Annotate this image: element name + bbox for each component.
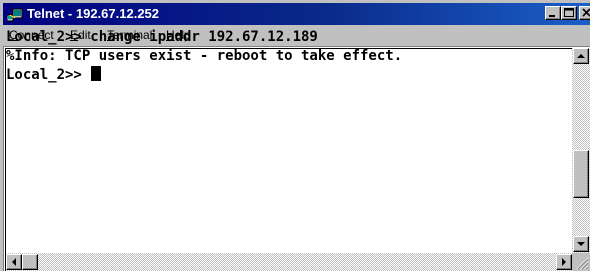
window-title: Telnet - 192.67.12.252 [27,6,160,21]
horizontal-scroll-thumb[interactable] [22,254,38,270]
terminal-line: Local_2>> change ipaddr 192.67.12.189 [6,29,318,45]
resize-grip-icon [576,257,589,270]
terminal-prompt: Local_2>> [6,67,91,83]
triangle-up-icon [577,54,585,58]
telnet-window: Telnet - 192.67.12.252 Connect Edit Term… [0,0,590,271]
close-icon [582,8,590,17]
close-button[interactable] [579,6,590,20]
terminal-screen[interactable]: Local_2>> change ipaddr 192.67.12.189 %In… [6,28,573,193]
telnet-app-icon [7,8,23,22]
vertical-scroll-thumb[interactable] [573,150,589,198]
scroll-right-button[interactable] [556,254,572,270]
scroll-up-button[interactable] [573,48,589,64]
minimize-icon [549,15,555,17]
horizontal-scrollbar[interactable] [6,253,572,271]
terminal-line: %Info: TCP users exist - reboot to take … [6,48,403,64]
resize-grip[interactable] [572,253,590,271]
scroll-down-button[interactable] [573,236,589,252]
maximize-icon [564,8,574,17]
triangle-left-icon [12,258,16,266]
text-cursor [91,66,102,81]
vertical-scrollbar[interactable] [572,48,590,253]
triangle-right-icon [562,258,566,266]
maximize-button[interactable] [561,6,577,20]
scroll-left-button[interactable] [6,254,22,270]
minimize-button[interactable] [545,6,561,20]
triangle-down-icon [577,242,585,246]
terminal-prompt-line: Local_2>> [6,66,573,85]
title-bar[interactable]: Telnet - 192.67.12.252 [3,3,590,25]
